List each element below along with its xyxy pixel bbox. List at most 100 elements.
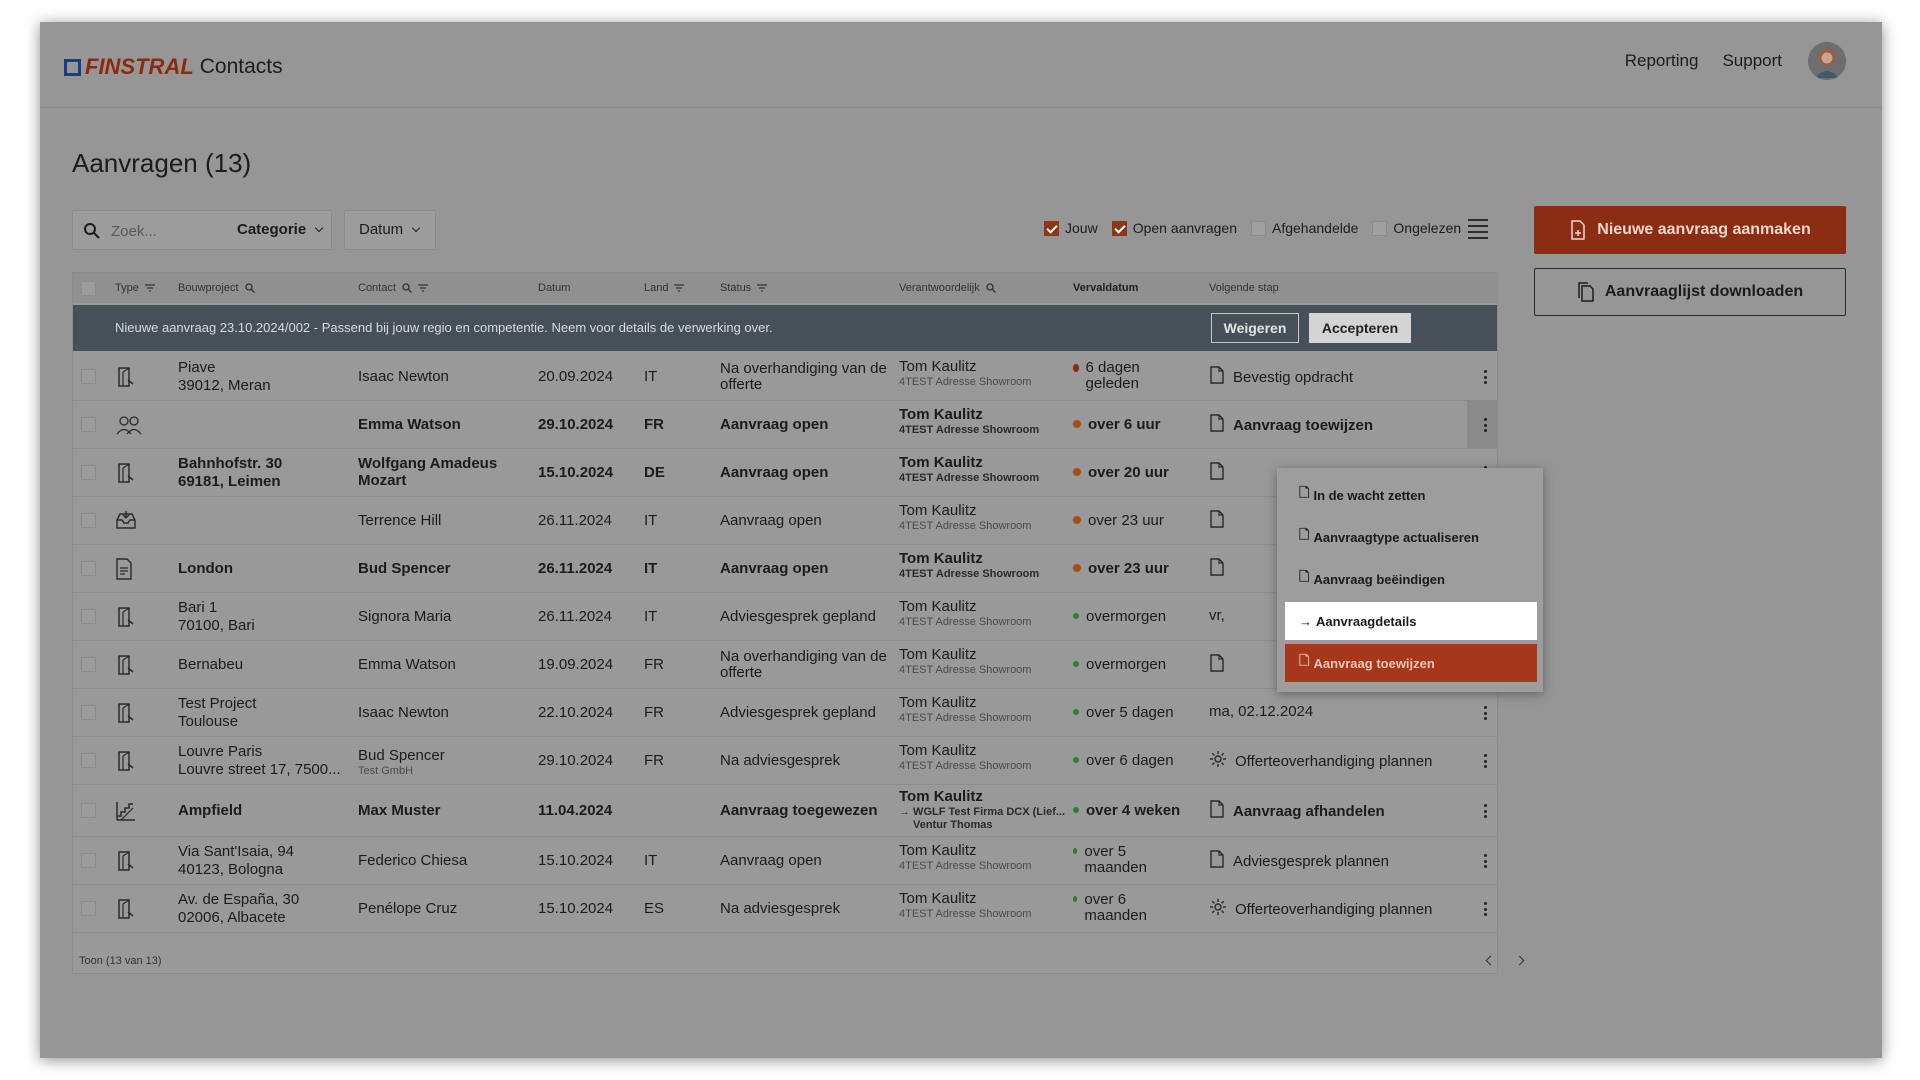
table-row[interactable]: Emma Watson 29.10.2024 FR Aanvraag open Tom … (73, 401, 1497, 449)
previous-page-button[interactable] (1481, 953, 1497, 969)
menu-item-update-type[interactable]: 🗋 Aanvraagtype actualiseren (1285, 518, 1537, 556)
project-line-1: Bari 1 (178, 599, 218, 616)
project-line-1: Test Project (178, 695, 257, 712)
checkbox[interactable] (1044, 220, 1059, 236)
row-checkbox[interactable] (81, 853, 96, 868)
row-actions-icon[interactable] (1483, 902, 1487, 916)
next-step-cell[interactable]: ma, 02.12.2024 (1209, 703, 1313, 720)
next-step-cell[interactable] (1209, 462, 1233, 485)
search-icon[interactable] (402, 283, 412, 293)
filter-open-aanvragen[interactable]: Open aanvragen (1111, 220, 1237, 236)
responsible-cell: Tom Kaulitz 4TEST Adresse Showroom (899, 890, 1031, 922)
col-volgende-stap[interactable]: Volgende stap (1209, 282, 1279, 294)
col-land[interactable]: Land (644, 282, 685, 294)
due-cell: overmorgen (1073, 608, 1166, 625)
contact-company: Test GmbH (358, 765, 414, 777)
row-actions-icon[interactable] (1483, 754, 1487, 768)
filter-icon[interactable] (757, 284, 768, 292)
row-checkbox[interactable] (81, 609, 96, 624)
row-actions-icon[interactable] (1483, 706, 1487, 720)
table-row[interactable]: Via Sant'Isaia, 94 40123, Bologna Federico… (73, 837, 1497, 885)
next-step-cell[interactable]: Offerteoverhandiging plannen (1209, 899, 1432, 921)
search-input[interactable] (111, 221, 221, 241)
download-list-button[interactable]: Aanvraaglijst downloaden (1534, 268, 1846, 316)
next-step-cell[interactable]: Offerteoverhandiging plannen (1209, 751, 1432, 773)
checkbox[interactable] (1251, 220, 1266, 236)
nav-reporting[interactable]: Reporting (1625, 51, 1699, 71)
row-checkbox[interactable] (81, 465, 96, 480)
avatar[interactable] (1808, 42, 1846, 80)
next-step-cell[interactable] (1209, 654, 1233, 677)
table-row[interactable]: Ampfield Max Muster 11.04.2024 Aanvraag toe… (73, 785, 1497, 837)
due-status-dot (1073, 896, 1078, 902)
row-checkbox[interactable] (81, 753, 96, 768)
row-actions-icon[interactable] (1483, 418, 1487, 432)
next-step-cell[interactable] (1209, 510, 1233, 533)
row-checkbox[interactable] (81, 513, 96, 528)
col-label: Volgende stap (1209, 282, 1279, 294)
project-line-2: 69181, Leimen (178, 473, 281, 490)
row-checkbox[interactable] (81, 561, 96, 576)
row-checkbox[interactable] (81, 705, 96, 720)
reject-button[interactable]: Weigeren (1211, 313, 1299, 343)
next-step-cell[interactable]: Aanvraag afhandelen (1209, 800, 1385, 823)
filter-jouw[interactable]: Jouw (1044, 220, 1098, 236)
filter-ongelezen[interactable]: Ongelezen (1372, 220, 1461, 236)
responsible-contact: Ventur Thomas (913, 819, 993, 831)
col-type[interactable]: Type (115, 282, 155, 294)
next-page-button[interactable] (1513, 953, 1529, 969)
nav-support[interactable]: Support (1722, 51, 1782, 71)
row-checkbox[interactable] (81, 803, 96, 818)
row-checkbox[interactable] (81, 901, 96, 916)
col-vervaldatum[interactable]: Vervaldatum (1073, 282, 1138, 294)
logo[interactable]: FINSTRAL Contacts (64, 54, 283, 80)
row-actions-icon[interactable] (1483, 370, 1487, 384)
checkbox[interactable] (1372, 220, 1388, 236)
date-cell: 22.10.2024 (538, 704, 614, 721)
responsible-cell: Tom Kaulitz 4TEST Adresse Showroom (899, 646, 1031, 678)
responsible-name: Tom Kaulitz (899, 842, 977, 859)
col-bouwproject[interactable]: Bouwproject (178, 282, 255, 294)
column-menu-icon[interactable] (1468, 219, 1488, 239)
search-box[interactable]: Categorie (72, 210, 332, 250)
search-icon[interactable] (986, 283, 996, 293)
menu-item-request-details[interactable]: → Aanvraagdetails (1285, 602, 1537, 640)
row-checkbox[interactable] (81, 417, 96, 432)
col-verantwoordelijk[interactable]: Verantwoordelijk (899, 282, 996, 294)
next-step-cell[interactable]: Bevestig opdracht (1209, 366, 1353, 389)
responsible-location: 4TEST Adresse Showroom (899, 472, 1040, 484)
next-step-cell[interactable] (1209, 558, 1233, 581)
checkbox[interactable] (1111, 220, 1127, 236)
next-step-text: Adviesgesprek plannen (1233, 852, 1389, 870)
date-dropdown[interactable]: Datum (344, 210, 436, 250)
select-all-checkbox[interactable] (81, 281, 96, 296)
row-checkbox[interactable] (81, 369, 96, 384)
table-row[interactable]: Piave 39012, Meran Isaac Newton 20.09.2024 I… (73, 353, 1497, 401)
category-dropdown[interactable]: Categorie (237, 221, 324, 238)
next-step-cell[interactable]: Aanvraag toewijzen (1209, 414, 1373, 437)
table-row[interactable]: Test Project Toulouse Isaac Newton 22.10.20… (73, 689, 1497, 737)
search-icon[interactable] (244, 283, 255, 293)
filter-icon[interactable] (144, 284, 155, 292)
col-contact[interactable]: Contact (358, 282, 428, 294)
menu-item-end-request[interactable]: 🗋 Aanvraag beëindigen (1285, 560, 1537, 598)
col-status[interactable]: Status (720, 282, 768, 294)
accept-button[interactable]: Accepteren (1309, 313, 1411, 343)
table-row[interactable]: Louvre Paris Louvre street 17, 7500... Bud… (73, 737, 1497, 785)
menu-item-on-hold[interactable]: 🗋 In de wacht zetten (1285, 476, 1537, 514)
menu-item-assign-request[interactable]: 🗋 Aanvraag toewijzen (1285, 644, 1537, 682)
table-row[interactable]: Av. de España, 30 02006, Albacete Penélope… (73, 885, 1497, 933)
next-step-cell[interactable]: vr, (1209, 607, 1225, 624)
filter-icon[interactable] (417, 284, 428, 292)
gear-icon (1209, 750, 1227, 772)
filter-icon[interactable] (674, 284, 685, 292)
row-checkbox[interactable] (81, 657, 96, 672)
next-step-cell[interactable]: Adviesgesprek plannen (1209, 850, 1389, 873)
row-actions-icon[interactable] (1483, 854, 1487, 868)
new-request-button[interactable]: Nieuwe aanvraag aanmaken (1534, 206, 1846, 254)
stairs-icon (115, 800, 137, 826)
col-datum[interactable]: Datum (538, 282, 570, 294)
banner-text: Nieuwe aanvraag 23.10.2024/002 - Passend… (115, 320, 773, 335)
row-actions-icon[interactable] (1483, 804, 1487, 818)
filter-afgehandelde[interactable]: Afgehandelde (1251, 220, 1358, 236)
